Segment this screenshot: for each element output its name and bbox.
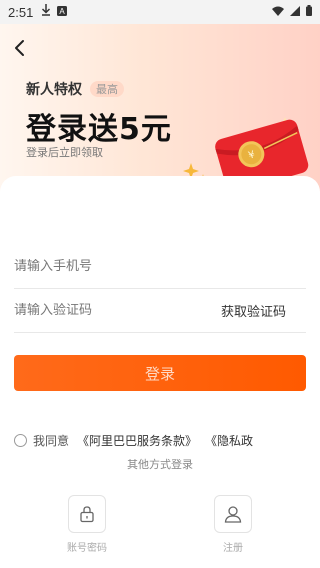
hero-title-row: 新人特权 最高	[26, 79, 124, 99]
get-code-button[interactable]: 获取验证码	[221, 301, 286, 320]
notification-icon: A	[57, 5, 68, 20]
hero-badge: 最高	[90, 81, 124, 97]
status-right-icons	[272, 4, 312, 20]
register-label: 注册	[223, 543, 243, 554]
agree-checkbox[interactable]	[14, 433, 27, 447]
account-password-label: 账号密码	[67, 543, 107, 554]
phone-input[interactable]	[14, 259, 306, 274]
signal-icon	[290, 5, 300, 20]
back-button[interactable]	[8, 36, 32, 60]
login-button[interactable]: 登录	[14, 355, 306, 391]
hero-title: 新人特权	[26, 82, 82, 98]
promo-banner: 新人特权 最高 登录送5元 登录后立即领取 ¥	[0, 24, 320, 194]
wifi-icon	[272, 5, 284, 20]
user-icon	[214, 495, 252, 533]
code-input[interactable]	[14, 303, 221, 318]
status-time: 2:51	[8, 4, 34, 20]
battery-icon	[306, 4, 312, 20]
back-arrow-icon	[15, 40, 24, 56]
account-password-login[interactable]: 账号密码	[57, 495, 117, 554]
svg-text:A: A	[60, 7, 66, 16]
hero-subtitle: 登录后立即领取	[26, 146, 103, 159]
service-terms-link[interactable]: 《阿里巴巴服务条款》	[77, 432, 197, 449]
status-bar: 2:51 A	[0, 0, 320, 24]
register-option[interactable]: 注册	[203, 495, 263, 554]
status-left-icons: A	[41, 4, 68, 20]
download-icon	[41, 4, 51, 20]
agreement-text: 我同意	[33, 433, 70, 448]
hero-headline: 登录送5元	[26, 112, 172, 147]
lock-icon	[68, 495, 106, 533]
privacy-link[interactable]: 《隐私政	[205, 432, 253, 449]
code-field: 获取验证码	[14, 289, 306, 333]
agreement-row: 我同意 《阿里巴巴服务条款》 《隐私政	[14, 431, 320, 449]
phone-field	[14, 245, 306, 289]
other-login-title: 其他方式登录	[127, 458, 193, 471]
